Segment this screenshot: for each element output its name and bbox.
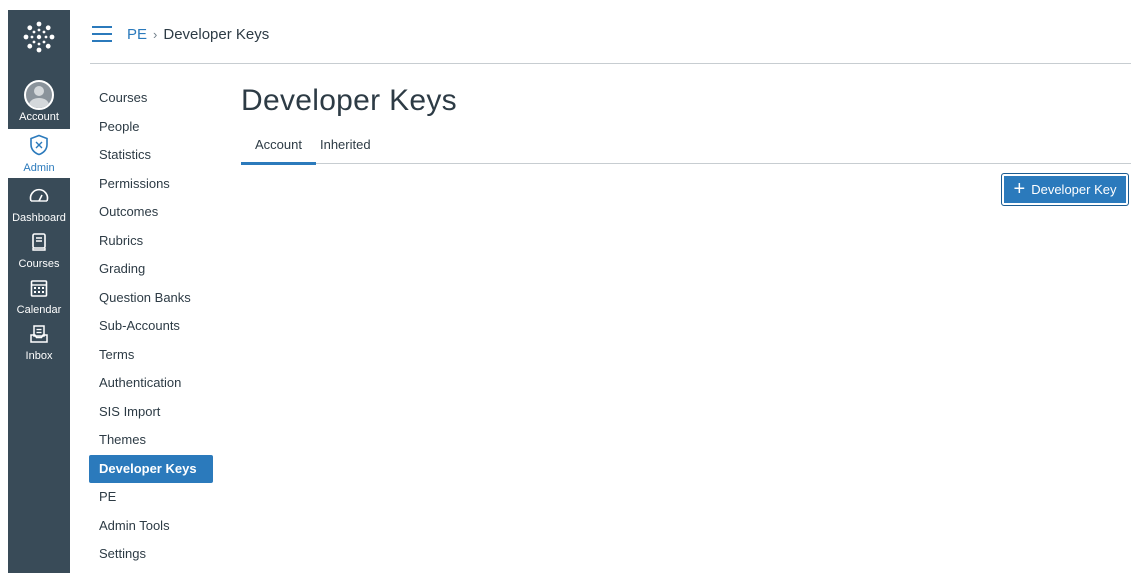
subnav-item-question-banks[interactable]: Question Banks xyxy=(89,284,213,313)
tab-account[interactable]: Account xyxy=(241,136,316,165)
account-subnav: Courses People Statistics Permissions Ou… xyxy=(89,84,213,569)
global-nav-admin[interactable]: Admin xyxy=(8,129,70,178)
canvas-logo-icon[interactable] xyxy=(8,20,70,78)
breadcrumb-separator: › xyxy=(153,27,158,42)
global-nav-inbox-label: Inbox xyxy=(25,350,53,362)
shield-icon xyxy=(28,134,50,161)
avatar xyxy=(24,80,54,110)
global-nav-account-label: Account xyxy=(19,111,59,123)
global-nav: Account Admin Dashboard Courses Calendar… xyxy=(8,10,70,573)
page-title: Developer Keys xyxy=(241,84,457,117)
breadcrumb-current: Developer Keys xyxy=(163,26,270,43)
subnav-item-courses[interactable]: Courses xyxy=(89,84,213,113)
global-nav-inbox[interactable]: Inbox xyxy=(8,324,70,362)
subnav-item-authentication[interactable]: Authentication xyxy=(89,369,213,398)
global-nav-admin-label: Admin xyxy=(23,162,55,174)
calendar-icon xyxy=(29,278,49,303)
tab-inherited[interactable]: Inherited xyxy=(316,136,385,164)
dashboard-icon xyxy=(28,186,50,211)
global-nav-calendar[interactable]: Calendar xyxy=(8,278,70,316)
plus-icon: + xyxy=(1013,177,1026,200)
inbox-icon xyxy=(29,324,49,349)
subnav-item-people[interactable]: People xyxy=(89,113,213,142)
subnav-item-rubrics[interactable]: Rubrics xyxy=(89,227,213,256)
subnav-item-statistics[interactable]: Statistics xyxy=(89,141,213,170)
key-tabs: Account Inherited xyxy=(241,136,1131,165)
subnav-item-sub-accounts[interactable]: Sub-Accounts xyxy=(89,312,213,341)
courses-book-icon xyxy=(29,232,49,257)
subnav-item-grading[interactable]: Grading xyxy=(89,255,213,284)
add-developer-key-button[interactable]: + Developer Key xyxy=(1001,173,1129,206)
global-nav-dashboard-label: Dashboard xyxy=(12,212,66,224)
subnav-item-admin-tools[interactable]: Admin Tools xyxy=(89,512,213,541)
subnav-item-sis-import[interactable]: SIS Import xyxy=(89,398,213,427)
global-nav-courses-label: Courses xyxy=(18,258,60,270)
subnav-item-permissions[interactable]: Permissions xyxy=(89,170,213,199)
topbar-divider xyxy=(90,63,1131,64)
breadcrumb: PE › Developer Keys xyxy=(127,26,269,43)
global-nav-account[interactable]: Account xyxy=(8,80,70,123)
subnav-item-pe[interactable]: PE xyxy=(89,483,213,512)
breadcrumb-pe-link[interactable]: PE xyxy=(127,26,147,43)
global-nav-dashboard[interactable]: Dashboard xyxy=(8,186,70,224)
add-developer-key-label: Developer Key xyxy=(1031,182,1117,197)
subnav-item-settings[interactable]: Settings xyxy=(89,540,213,569)
subnav-item-themes[interactable]: Themes xyxy=(89,426,213,455)
subnav-item-terms[interactable]: Terms xyxy=(89,341,213,370)
subnav-item-developer-keys[interactable]: Developer Keys xyxy=(89,454,213,483)
subnav-item-outcomes[interactable]: Outcomes xyxy=(89,198,213,227)
hamburger-menu-icon[interactable] xyxy=(92,26,112,42)
top-bar: PE › Developer Keys xyxy=(70,0,1131,64)
global-nav-courses[interactable]: Courses xyxy=(8,232,70,270)
global-nav-calendar-label: Calendar xyxy=(16,304,62,316)
